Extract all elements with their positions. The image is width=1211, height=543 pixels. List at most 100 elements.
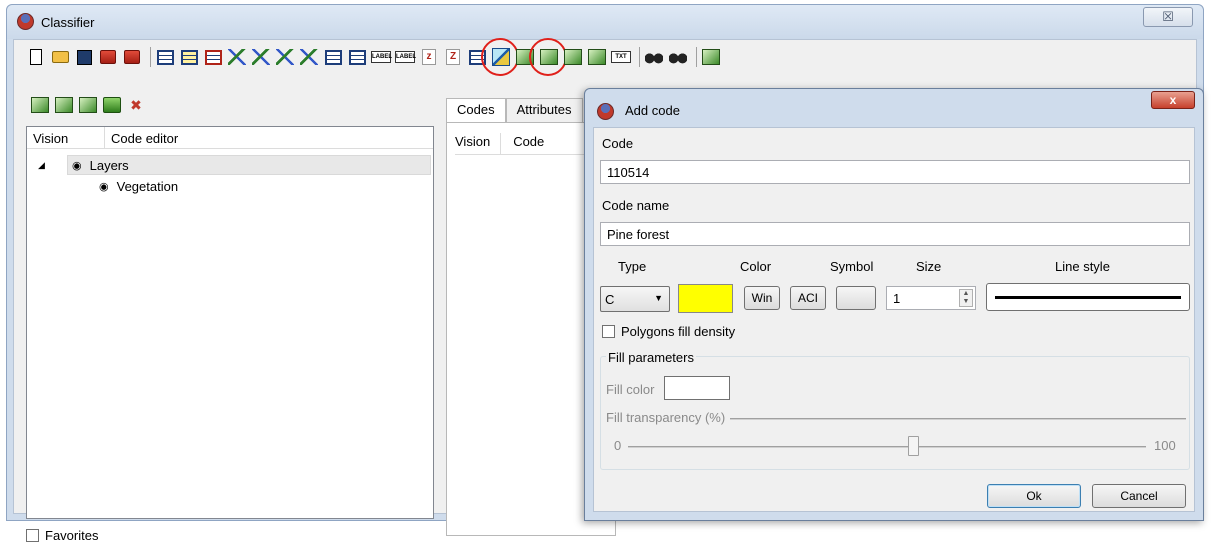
tree-item-label: Vegetation: [116, 178, 179, 194]
line-dashed-icon[interactable]: [275, 47, 295, 67]
type-label: Type: [618, 259, 647, 274]
layers-header: Vision Code editor: [27, 127, 433, 149]
add-code-dialog: Add code x Code 110514 Code name Pine fo…: [584, 88, 1204, 521]
tree-item-label: Layers: [89, 157, 129, 173]
column-vision[interactable]: Vision: [27, 127, 105, 148]
checkbox-box[interactable]: [26, 529, 39, 542]
layers-panel: Vision Code editor ◢ ◉ Layers ◉ Vegetati…: [26, 126, 434, 519]
polygons-fill-checkbox[interactable]: Polygons fill density: [602, 324, 735, 339]
line-style-label: Line style: [1055, 259, 1110, 274]
add-code-blue-icon[interactable]: [563, 47, 583, 67]
table-icon[interactable]: [155, 47, 175, 67]
cancel-button[interactable]: Cancel: [1092, 484, 1186, 508]
eye-icon[interactable]: ◉: [72, 159, 82, 172]
column-code[interactable]: Code: [513, 133, 554, 154]
fill-color-label: Fill color: [606, 382, 655, 397]
binoculars-icon[interactable]: [644, 47, 664, 67]
table-red-icon[interactable]: [203, 47, 223, 67]
title-bar: Classifier ☒: [7, 5, 1203, 39]
transparency-group-line: [730, 418, 1186, 420]
column-vision[interactable]: Vision: [455, 133, 502, 154]
code-input[interactable]: 110514: [600, 160, 1190, 184]
tab-attributes[interactable]: Attributes: [505, 98, 583, 122]
tab-codes[interactable]: Codes: [446, 98, 506, 124]
code-toolbar: ✖: [30, 92, 150, 118]
code-remove-icon[interactable]: [78, 95, 98, 115]
win-color-button[interactable]: Win: [744, 286, 780, 310]
slider-min-label: 0: [614, 438, 622, 453]
transparency-slider-thumb[interactable]: [907, 436, 919, 456]
line-style-button[interactable]: [986, 283, 1190, 311]
symbol-button[interactable]: [836, 286, 876, 310]
main-toolbar: LABEL LABEL z Z TXT: [26, 38, 725, 76]
edit-code-icon[interactable]: [515, 47, 535, 67]
toolbar-separator: [639, 47, 640, 67]
code-check-icon[interactable]: [102, 95, 122, 115]
z-tall-icon[interactable]: Z: [443, 47, 463, 67]
tree-item-layers[interactable]: ◢ ◉ Layers: [38, 155, 431, 175]
table-grid-icon[interactable]: [347, 47, 367, 67]
size-spinner[interactable]: 1 ▲ ▼: [886, 286, 976, 310]
fill-color-box[interactable]: [664, 376, 730, 400]
aci-color-button[interactable]: ACI: [790, 286, 826, 310]
pen-icon[interactable]: [481, 38, 519, 76]
collapse-triangle-icon[interactable]: ◢: [38, 160, 45, 171]
open-folder-icon[interactable]: [50, 47, 70, 67]
code-edit-icon[interactable]: [30, 95, 50, 115]
ok-button[interactable]: Ok: [987, 484, 1081, 508]
checkbox-box[interactable]: [602, 325, 615, 338]
new-document-icon[interactable]: [26, 47, 46, 67]
dialog-body: Code 110514 Code name Pine forest Type C…: [593, 127, 1195, 512]
app-logo-icon: [17, 13, 34, 30]
save-disk-icon[interactable]: [74, 47, 94, 67]
size-label: Size: [916, 259, 942, 274]
dialog-close-button[interactable]: x: [1151, 91, 1195, 109]
type-select[interactable]: C ▼: [600, 286, 670, 312]
code-name-input[interactable]: Pine forest: [600, 222, 1190, 246]
color-label: Color: [740, 259, 772, 274]
line-green-icon[interactable]: [227, 47, 247, 67]
table-yellow-icon[interactable]: [179, 47, 199, 67]
size-value: 1: [893, 291, 901, 306]
binoculars-small-icon[interactable]: [668, 47, 688, 67]
code-add-icon[interactable]: [54, 95, 74, 115]
add-code-icon[interactable]: [529, 38, 567, 76]
tree-icon[interactable]: [467, 47, 487, 67]
polygons-fill-label: Polygons fill density: [621, 324, 736, 339]
color-swatch[interactable]: [678, 284, 733, 313]
dialog-title-bar: Add code x: [585, 89, 1203, 121]
z-icon[interactable]: z: [419, 47, 439, 67]
app-logo-icon: [597, 103, 614, 120]
code-import-icon[interactable]: [587, 47, 607, 67]
favorites-checkbox[interactable]: Favorites: [26, 528, 98, 543]
toolbar-separator: [696, 47, 697, 67]
symbol-label: Symbol: [830, 259, 874, 274]
copy-red-icon[interactable]: [98, 47, 118, 67]
codes-tabs: Codes Attributes: [446, 98, 583, 124]
dialog-title: Add code: [625, 103, 680, 118]
line-blue-icon[interactable]: [251, 47, 271, 67]
transparency-slider-track[interactable]: [628, 446, 1146, 448]
spinner-arrows-icon[interactable]: ▲ ▼: [959, 289, 973, 307]
type-value: C: [605, 292, 615, 307]
settings-icon[interactable]: [701, 47, 721, 67]
line-dots-icon[interactable]: [299, 47, 319, 67]
tree-item-vegetation[interactable]: ◉ Vegetation: [99, 176, 178, 196]
export-red-icon[interactable]: [122, 47, 142, 67]
code-name-label: Code name: [602, 198, 670, 213]
favorites-label: Favorites: [45, 528, 99, 543]
window-title: Classifier: [41, 15, 95, 30]
label-tall-icon[interactable]: LABEL: [395, 47, 416, 67]
column-code-editor[interactable]: Code editor: [105, 127, 433, 148]
table-dark-icon[interactable]: [323, 47, 343, 67]
text-box-icon[interactable]: TXT: [611, 47, 631, 67]
code-label: Code: [602, 136, 634, 151]
toolbar-separator: [150, 47, 151, 67]
window-close-button[interactable]: ☒: [1143, 7, 1193, 27]
label-icon[interactable]: LABEL: [371, 47, 392, 67]
dropdown-arrow-icon: ▼: [654, 293, 663, 303]
eye-icon[interactable]: ◉: [99, 180, 109, 193]
code-delete-icon[interactable]: ✖: [126, 95, 146, 115]
fill-parameters-label: Fill parameters: [606, 350, 696, 365]
slider-max-label: 100: [1154, 438, 1176, 453]
